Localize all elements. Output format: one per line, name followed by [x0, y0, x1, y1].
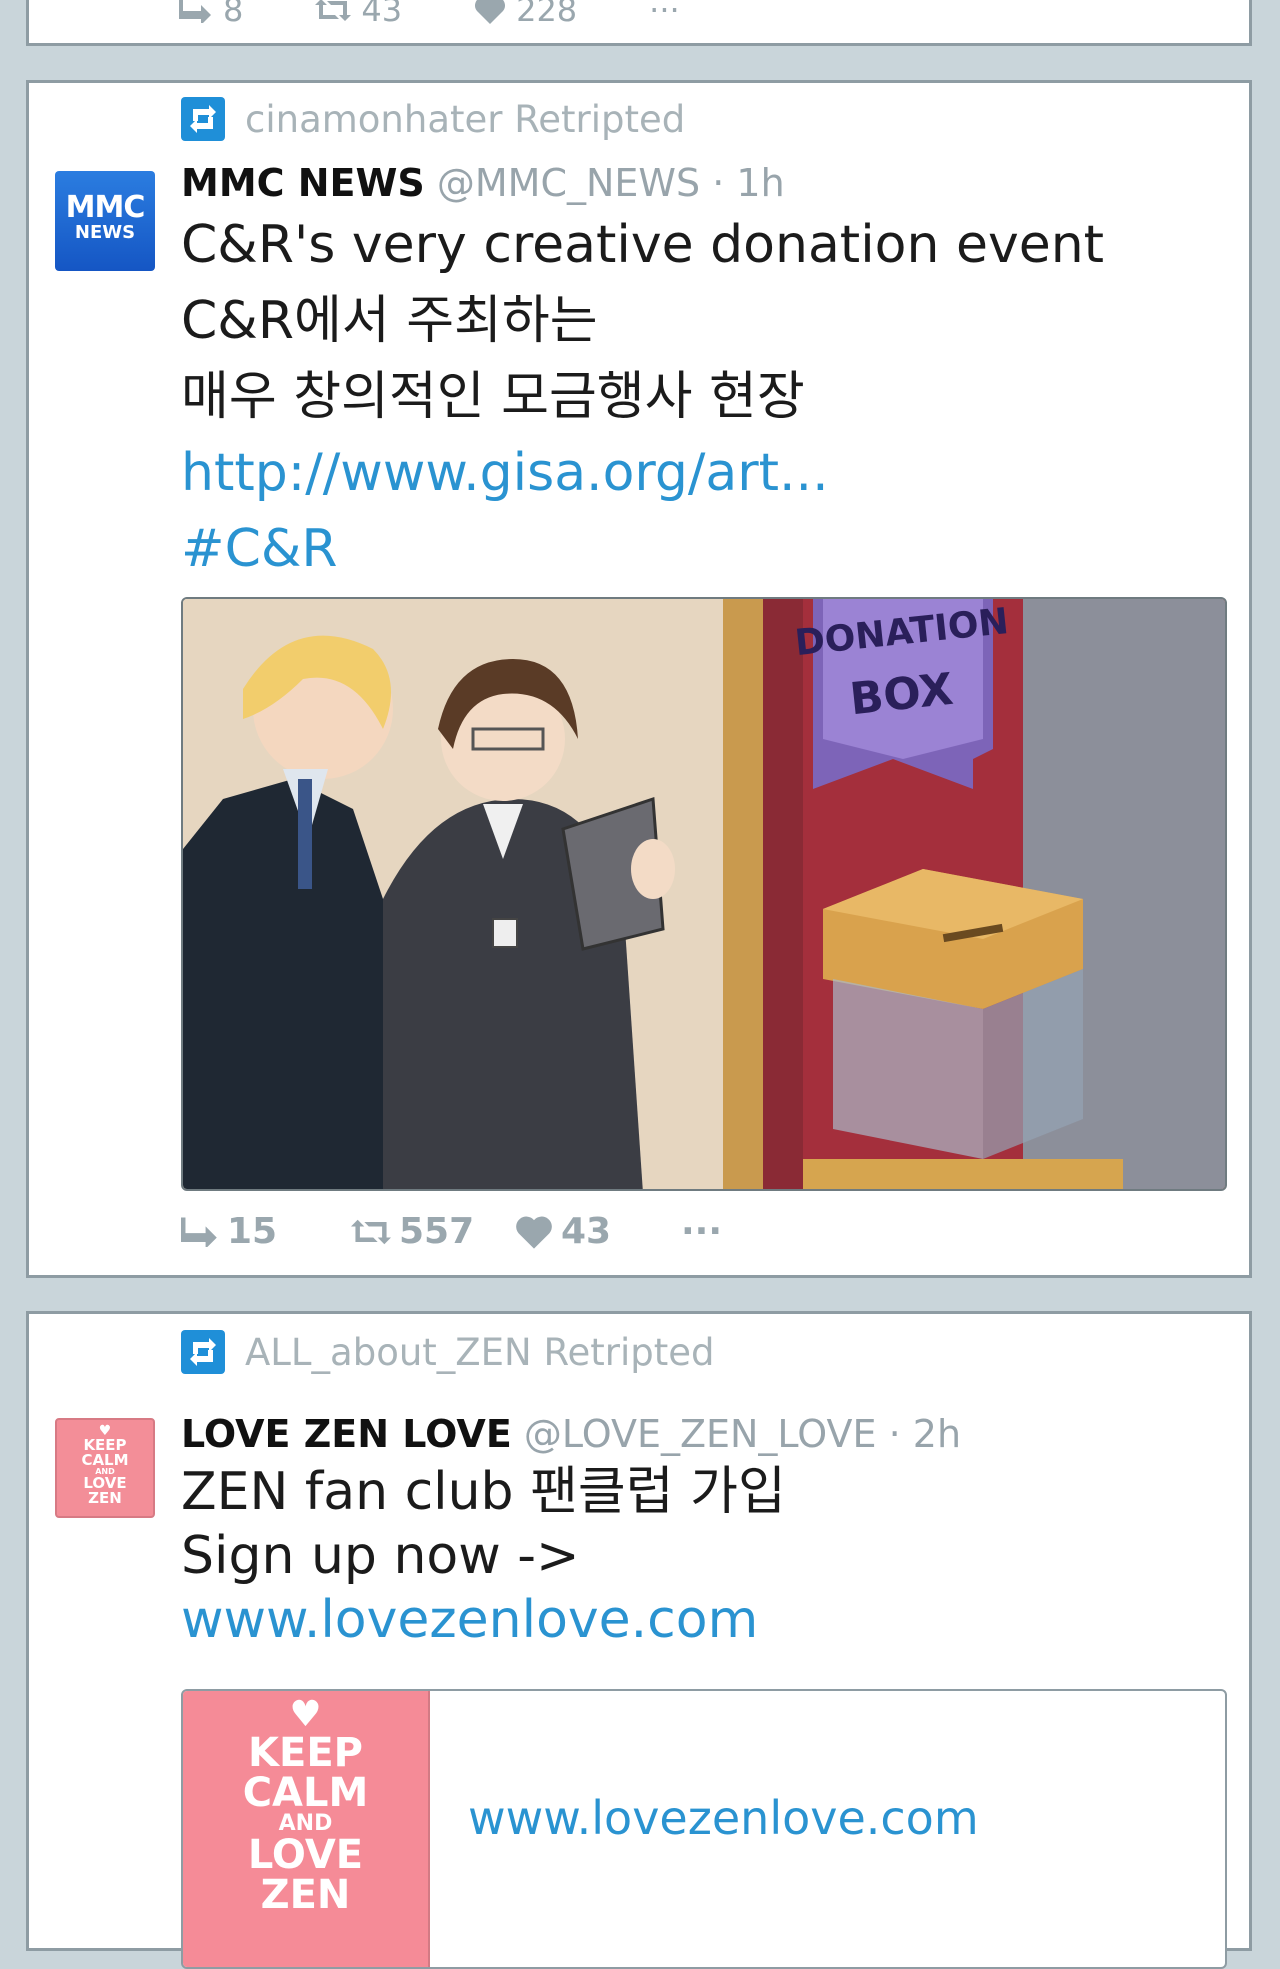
retweet-icon	[351, 1219, 391, 1244]
link-preview-url[interactable]: www.lovezenlove.com	[468, 1791, 979, 1845]
more-button[interactable]: ···	[649, 0, 680, 29]
tweet-line: C&R에서 주최하는	[181, 291, 598, 351]
tweet-line: 매우 창의적인 모금행사 현장	[181, 367, 805, 427]
tweet-line: Sign up now ->	[181, 1526, 580, 1586]
ellipsis-icon: ···	[681, 1211, 723, 1252]
like-button[interactable]: 43	[515, 1211, 681, 1252]
author-handle[interactable]: @MMC_NEWS	[437, 161, 700, 205]
tweet-card[interactable]: cinamonhater Retripted MMC NEWS MMC NEWS…	[26, 80, 1252, 1278]
retweeted-by-row: ALL_about_ZEN Retripted	[181, 1330, 715, 1374]
tweet-card[interactable]: ALL_about_ZEN Retripted ♥ KEEP CALM AND …	[26, 1311, 1252, 1969]
reply-icon	[181, 1216, 217, 1247]
tweet-actions: 15 557 43 ···	[181, 1211, 722, 1252]
tweet-text: C&R's very creative donation event C&R에서…	[181, 207, 1104, 587]
like-count: 43	[561, 1211, 612, 1252]
tweet-actions: 8 43 228 ···	[179, 0, 680, 29]
avatar[interactable]: MMC NEWS	[55, 171, 155, 271]
tweet-header: MMC NEWS @MMC_NEWS · 1h	[181, 161, 785, 205]
heart-icon: ♥	[289, 1694, 322, 1735]
retweet-count: 43	[361, 0, 403, 29]
link-preview-thumbnail: ♥ KEEP CALM AND LOVE ZEN	[183, 1691, 430, 1967]
retweeted-by-row: cinamonhater Retripted	[181, 97, 685, 141]
tweet-time[interactable]: 2h	[913, 1412, 961, 1456]
character-left	[183, 779, 383, 1189]
reply-button[interactable]: 15	[181, 1211, 351, 1252]
author-name[interactable]: LOVE ZEN LOVE	[181, 1412, 512, 1456]
retweet-square-icon	[181, 97, 225, 141]
like-button[interactable]: 228	[474, 0, 577, 29]
separator-dot: ·	[712, 161, 725, 205]
separator-dot: ·	[888, 1412, 901, 1456]
retweet-button[interactable]: 557	[351, 1211, 515, 1252]
tweet-header: LOVE ZEN LOVE @LOVE_ZEN_LOVE · 2h	[181, 1412, 961, 1456]
heart-icon	[475, 0, 506, 24]
hashtag-link[interactable]: #C&R	[181, 511, 1104, 587]
retweet-count: 557	[399, 1211, 475, 1252]
thumbnail-text: CALM	[242, 1770, 369, 1816]
avatar-text: ZEN	[88, 1489, 122, 1507]
reply-count: 8	[223, 0, 244, 29]
avatar-text-main: MMC	[65, 190, 146, 225]
avatar[interactable]: ♥ KEEP CALM AND LOVE ZEN	[55, 1418, 155, 1518]
tweet-link[interactable]: www.lovezenlove.com	[181, 1588, 786, 1652]
sign-text-2: BOX	[847, 664, 955, 726]
reply-icon	[179, 0, 211, 23]
more-button[interactable]: ···	[681, 1211, 722, 1252]
link-preview-card[interactable]: ♥ KEEP CALM AND LOVE ZEN www.lovezenlove…	[181, 1689, 1227, 1969]
tweet-media-image[interactable]: DONATION BOX	[181, 597, 1227, 1191]
retweet-button[interactable]: 43	[315, 0, 402, 29]
author-handle[interactable]: @LOVE_ZEN_LOVE	[524, 1412, 877, 1456]
reply-button[interactable]: 8	[179, 0, 243, 29]
illustration: DONATION BOX	[183, 599, 1225, 1189]
author-name[interactable]: MMC NEWS	[181, 161, 425, 205]
avatar-text-sub: NEWS	[74, 222, 136, 243]
tweet-line: ZEN fan club 팬클럽 가입	[181, 1462, 786, 1522]
retweeted-by-label[interactable]: cinamonhater Retripted	[245, 98, 685, 141]
thumbnail-text: KEEP	[248, 1730, 363, 1776]
reply-count: 15	[227, 1211, 278, 1252]
thumbnail-text: LOVE	[247, 1832, 364, 1878]
thumbnail-text: ZEN	[260, 1872, 351, 1918]
retweeted-by-label[interactable]: ALL_about_ZEN Retripted	[245, 1331, 715, 1374]
avatar-text: CALM	[81, 1451, 129, 1469]
tweet-time[interactable]: 1h	[736, 161, 784, 205]
retweet-square-icon	[181, 1330, 225, 1374]
heart-icon	[516, 1216, 552, 1249]
tweet-link[interactable]: http://www.gisa.org/art...	[181, 435, 1104, 511]
tweet-line: C&R's very creative donation event	[181, 215, 1105, 275]
ellipsis-icon: ···	[649, 0, 680, 29]
retweet-icon	[315, 0, 352, 21]
tweet-card-previous: 8 43 228 ···	[26, 0, 1252, 46]
like-count: 228	[516, 0, 578, 29]
tweet-text: ZEN fan club 팬클럽 가입 Sign up now -> www.l…	[181, 1460, 786, 1652]
